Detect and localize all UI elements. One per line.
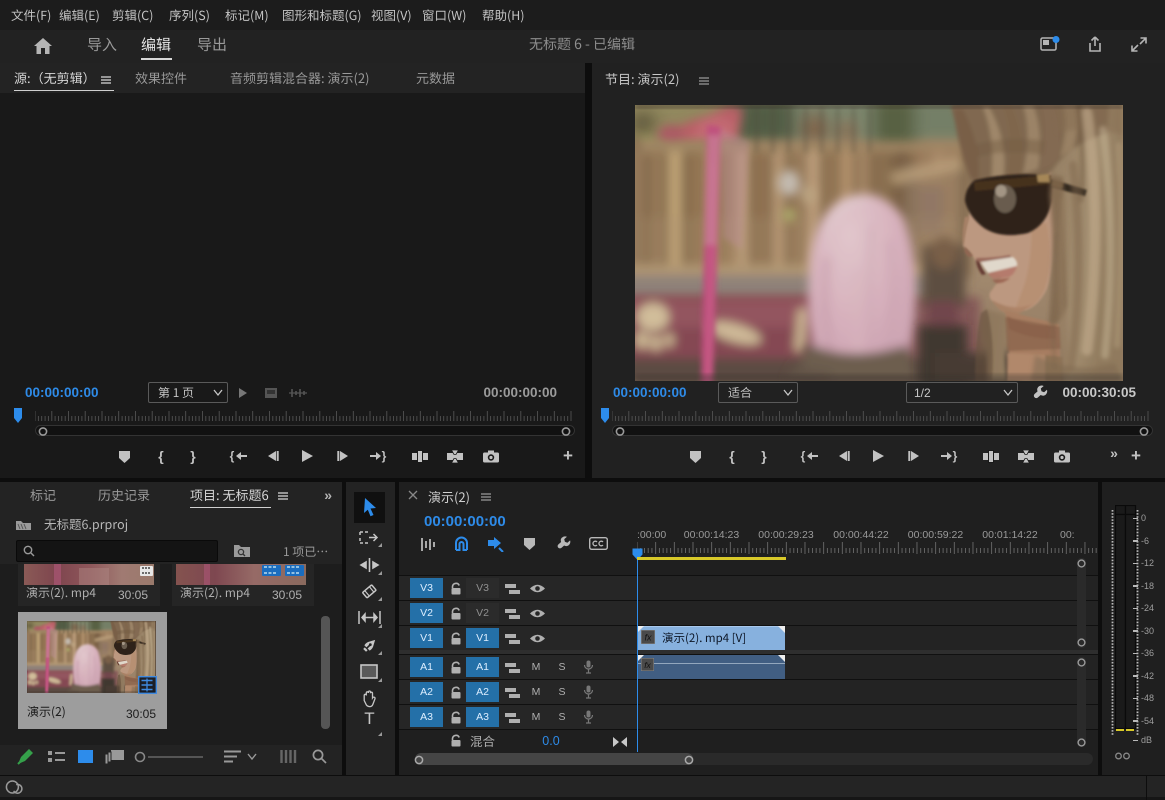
svg-text:fx: fx [644,660,651,670]
svg-text:fx: fx [644,633,652,643]
